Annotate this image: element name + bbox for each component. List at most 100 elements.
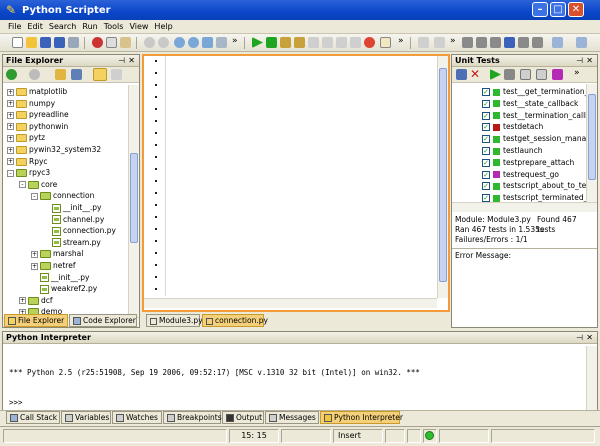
- paste-icon[interactable]: [120, 37, 131, 48]
- menu-search[interactable]: Search: [49, 22, 76, 31]
- save-icon[interactable]: [40, 37, 51, 48]
- test-row[interactable]: ✓ test__get_termination_: [482, 86, 586, 97]
- test-checkbox[interactable]: ✓: [482, 88, 490, 96]
- close-icon[interactable]: ✕: [586, 55, 593, 67]
- collapse-icon[interactable]: -: [19, 181, 26, 189]
- test-list-hscrollbar[interactable]: [452, 202, 597, 212]
- layout-icon[interactable]: [552, 37, 563, 48]
- tab-python-interpreter[interactable]: Python Interpreter: [320, 411, 403, 424]
- menu-run[interactable]: Run: [82, 22, 97, 31]
- toolbar-overflow-icon[interactable]: »: [232, 36, 238, 46]
- paragraph-icon[interactable]: [532, 37, 543, 48]
- tree-item[interactable]: + pywin32_system32: [7, 144, 101, 155]
- print-icon[interactable]: [68, 37, 79, 48]
- save-all-icon[interactable]: [54, 37, 65, 48]
- abort-icon[interactable]: [350, 37, 361, 48]
- test-list-scrollbar[interactable]: [586, 84, 597, 202]
- step-into-icon[interactable]: [280, 37, 291, 48]
- step-out-icon[interactable]: [308, 37, 319, 48]
- pin-icon[interactable]: ⊣: [118, 55, 125, 67]
- run-icon[interactable]: [252, 37, 263, 48]
- up-folder-icon[interactable]: [55, 69, 66, 80]
- menu-file[interactable]: File: [8, 22, 21, 31]
- tree-item[interactable]: weakref2.py: [31, 283, 97, 294]
- toolbar-overflow-icon[interactable]: »: [398, 36, 404, 46]
- test-row[interactable]: ✓ testscript_terminated_c: [482, 192, 586, 202]
- console-scrollbar[interactable]: [586, 346, 597, 412]
- replace-icon[interactable]: [202, 37, 213, 48]
- editor-scrollbar[interactable]: [437, 56, 448, 298]
- file-tree-scrollbar[interactable]: [128, 85, 139, 317]
- test-checkbox[interactable]: ✓: [482, 194, 490, 202]
- select-failed-icon[interactable]: [552, 69, 563, 80]
- cut-icon[interactable]: [92, 37, 103, 48]
- select-all-icon[interactable]: [520, 69, 531, 80]
- test-checkbox[interactable]: ✓: [482, 158, 490, 167]
- run-external-icon[interactable]: [266, 37, 277, 48]
- menu-tools[interactable]: Tools: [104, 22, 124, 31]
- run-to-cursor-icon[interactable]: [322, 37, 333, 48]
- menu-view[interactable]: View: [129, 22, 148, 31]
- close-tab-icon[interactable]: [206, 317, 213, 325]
- tree-item[interactable]: + marshal: [31, 248, 83, 259]
- test-row[interactable]: ✓ testscript_about_to_ter: [482, 180, 586, 191]
- open-folder-icon[interactable]: [26, 37, 37, 48]
- expand-icon[interactable]: +: [7, 111, 14, 119]
- collapse-icon[interactable]: -: [7, 169, 14, 177]
- tree-item[interactable]: - connection: [31, 190, 94, 201]
- tab-watches[interactable]: Watches: [112, 411, 162, 424]
- tab-variables[interactable]: Variables: [61, 411, 111, 424]
- scrollbar-thumb[interactable]: [130, 153, 138, 243]
- test-checkbox[interactable]: ✓: [482, 123, 490, 132]
- editor-hscrollbar[interactable]: [144, 298, 437, 308]
- tab-breakpoints[interactable]: Breakpoints: [163, 411, 222, 424]
- tab-messages[interactable]: Messages: [265, 411, 319, 424]
- test-checkbox[interactable]: ✓: [482, 99, 490, 108]
- pin-icon[interactable]: ⊣: [576, 55, 583, 67]
- toggle-breakpoint-icon[interactable]: [364, 37, 375, 48]
- expand-icon[interactable]: +: [31, 262, 38, 270]
- tree-item[interactable]: + pythonwin: [7, 121, 68, 132]
- expand-icon[interactable]: +: [7, 100, 14, 108]
- tree-item[interactable]: + numpy: [7, 98, 55, 109]
- filter-icon[interactable]: [93, 68, 107, 81]
- close-button[interactable]: ✕: [568, 2, 584, 17]
- folder-options-icon[interactable]: [111, 69, 122, 80]
- new-file-icon[interactable]: [12, 37, 23, 48]
- dedent-icon[interactable]: [476, 37, 487, 48]
- tab-code-explorer[interactable]: Code Explorer: [69, 314, 137, 327]
- hand-icon[interactable]: [380, 37, 391, 48]
- minimize-button[interactable]: –: [532, 2, 548, 17]
- tab-output[interactable]: Output: [222, 411, 264, 424]
- tree-item[interactable]: - core: [19, 179, 57, 190]
- undo-icon[interactable]: [144, 37, 155, 48]
- test-checkbox[interactable]: ✓: [482, 135, 490, 144]
- test-checkbox[interactable]: ✓: [482, 147, 490, 155]
- expand-icon[interactable]: +: [31, 250, 38, 258]
- stop-icon[interactable]: [504, 69, 515, 80]
- tree-item[interactable]: + Rpyc: [7, 156, 48, 167]
- tree-item[interactable]: __init__.py: [31, 272, 89, 283]
- menu-edit[interactable]: Edit: [27, 22, 43, 31]
- test-checkbox[interactable]: ✓: [482, 182, 490, 191]
- expand-icon[interactable]: +: [7, 88, 14, 96]
- expand-icon[interactable]: +: [7, 134, 14, 142]
- find-next-icon[interactable]: [188, 37, 199, 48]
- comment-icon[interactable]: [490, 37, 501, 48]
- test-row[interactable]: ✓ testlaunch: [482, 145, 542, 156]
- tab-module3[interactable]: Module3.py: [146, 314, 203, 327]
- test-row[interactable]: ✓ testget_session_manage: [482, 133, 586, 144]
- tree-item[interactable]: stream.py: [43, 237, 101, 248]
- test-checkbox[interactable]: ✓: [482, 111, 490, 120]
- menu-help[interactable]: Help: [154, 22, 172, 31]
- toolbar-overflow-icon[interactable]: »: [574, 68, 580, 78]
- deselect-icon[interactable]: [536, 69, 547, 80]
- test-row[interactable]: ✓ test__state_callback: [482, 98, 578, 109]
- close-icon[interactable]: ✕: [128, 55, 135, 67]
- test-row[interactable]: ✓ testrequest_go: [482, 169, 559, 180]
- uncomment-icon[interactable]: [504, 37, 515, 48]
- pin-icon[interactable]: ⊣: [576, 332, 583, 344]
- goto-line-icon[interactable]: [216, 37, 227, 48]
- tab-connection[interactable]: connection.py: [202, 314, 268, 327]
- find-icon[interactable]: [174, 37, 185, 48]
